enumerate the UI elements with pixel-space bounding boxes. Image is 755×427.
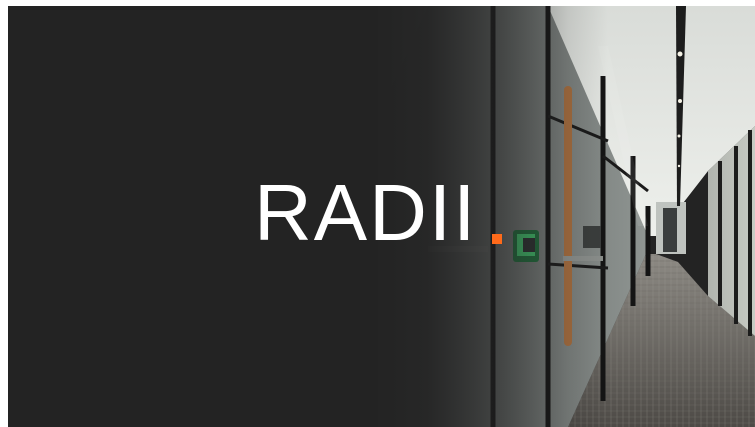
brand-accent-square — [492, 234, 502, 244]
brand-logo-text: RADII — [254, 168, 478, 257]
